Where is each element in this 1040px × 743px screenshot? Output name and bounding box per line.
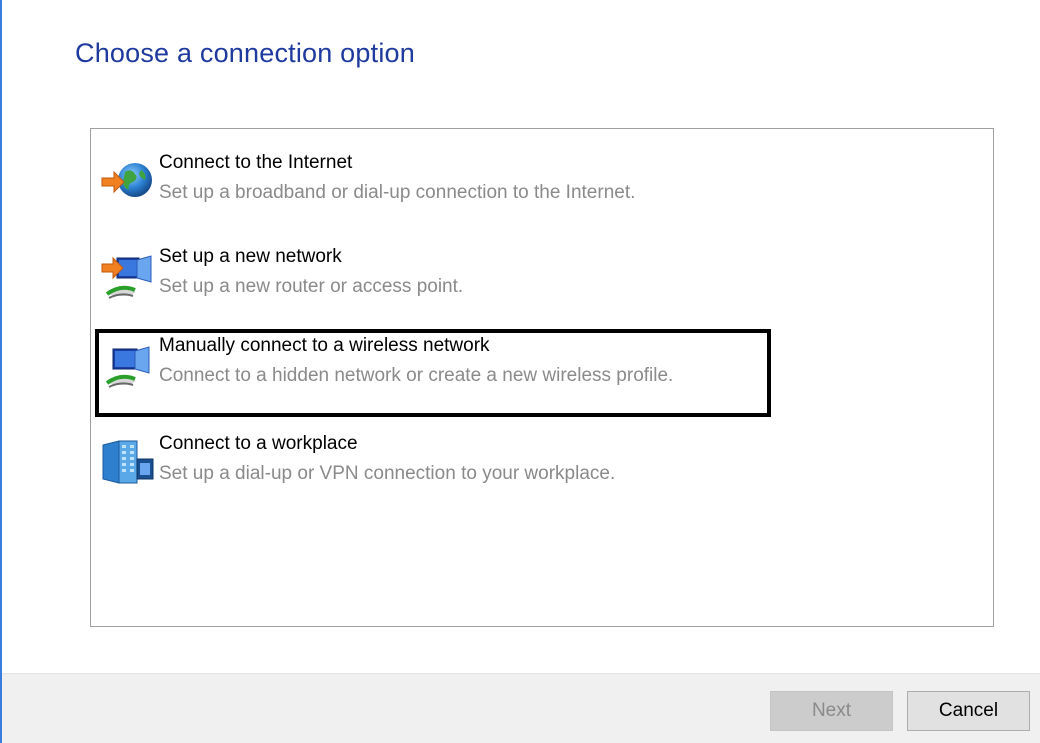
option-setup-new-network[interactable]: Set up a new network Set up a new router… bbox=[95, 240, 771, 322]
option-description: Connect to a hidden network or create a … bbox=[159, 365, 674, 386]
wizard-footer: Next Cancel bbox=[2, 673, 1040, 743]
option-manual-wireless[interactable]: Manually connect to a wireless network C… bbox=[95, 329, 771, 417]
new-network-icon bbox=[99, 250, 155, 306]
option-connect-internet[interactable]: Connect to the Internet Set up a broadba… bbox=[95, 146, 771, 228]
option-description: Set up a dial-up or VPN connection to yo… bbox=[159, 463, 616, 484]
workplace-building-icon bbox=[99, 437, 155, 493]
globe-arrow-icon bbox=[99, 156, 155, 212]
option-description: Set up a broadband or dial-up connection… bbox=[159, 182, 636, 203]
cancel-button[interactable]: Cancel bbox=[907, 691, 1030, 731]
option-description: Set up a new router or access point. bbox=[159, 276, 464, 297]
option-title: Manually connect to a wireless network bbox=[159, 335, 490, 356]
connection-wizard-window: Choose a connection option Connect to th… bbox=[0, 0, 1040, 743]
page-title: Choose a connection option bbox=[75, 38, 415, 68]
option-connect-workplace[interactable]: Connect to a workplace Set up a dial-up … bbox=[95, 427, 771, 509]
wireless-network-icon bbox=[99, 339, 155, 395]
window-left-border bbox=[0, 0, 2, 743]
option-title: Set up a new network bbox=[159, 246, 342, 267]
option-title: Connect to the Internet bbox=[159, 152, 353, 173]
next-button[interactable]: Next bbox=[770, 691, 893, 731]
option-title: Connect to a workplace bbox=[159, 433, 358, 454]
connection-options-list: Connect to the Internet Set up a broadba… bbox=[90, 128, 994, 627]
